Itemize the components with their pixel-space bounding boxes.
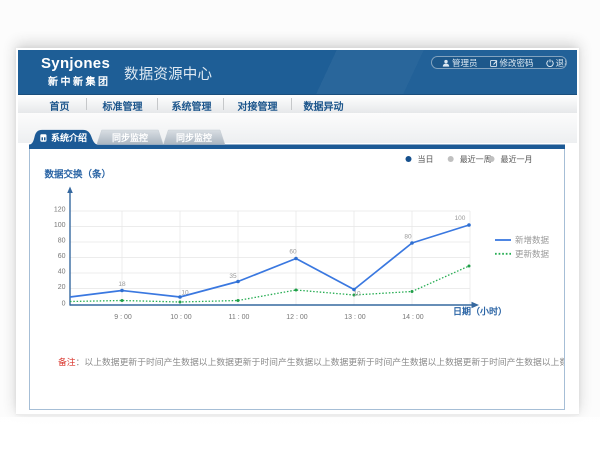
svg-text:日期（小时）: 日期（小时）	[453, 305, 507, 316]
svg-text:18: 18	[118, 281, 126, 288]
svg-text:最近一月: 最近一月	[501, 154, 533, 164]
svg-text:10: 10	[353, 290, 361, 297]
svg-text:14 : 00: 14 : 00	[402, 314, 424, 321]
svg-text:11 : 00: 11 : 00	[229, 314, 250, 321]
svg-text:40: 40	[58, 268, 66, 275]
svg-text:60: 60	[289, 248, 297, 255]
svg-text:当日: 当日	[418, 154, 434, 164]
svg-text:100: 100	[455, 215, 466, 222]
svg-text:10: 10	[181, 289, 189, 296]
svg-text:系统介绍: 系统介绍	[51, 132, 87, 143]
svg-text:60: 60	[58, 253, 66, 260]
svg-text:20: 20	[58, 284, 66, 291]
svg-text:9 : 00: 9 : 00	[114, 314, 132, 321]
svg-text:100: 100	[54, 222, 66, 229]
svg-text:80: 80	[58, 237, 66, 244]
svg-text:35: 35	[229, 273, 237, 280]
svg-text:最近一周: 最近一周	[460, 154, 492, 164]
svg-text:更新数据: 更新数据	[515, 248, 550, 258]
svg-text:12 : 00: 12 : 00	[286, 314, 308, 321]
svg-text:同步监控: 同步监控	[176, 132, 212, 143]
svg-text:80: 80	[404, 233, 412, 240]
svg-text:10 : 00: 10 : 00	[170, 314, 192, 321]
svg-text:新增数据: 新增数据	[515, 235, 550, 245]
svg-text:0: 0	[62, 300, 66, 307]
svg-text:同步监控: 同步监控	[112, 132, 148, 143]
svg-text:数据交换（条）: 数据交换（条）	[44, 168, 112, 180]
svg-text:120: 120	[54, 206, 66, 213]
svg-text:13 : 00: 13 : 00	[344, 314, 366, 321]
